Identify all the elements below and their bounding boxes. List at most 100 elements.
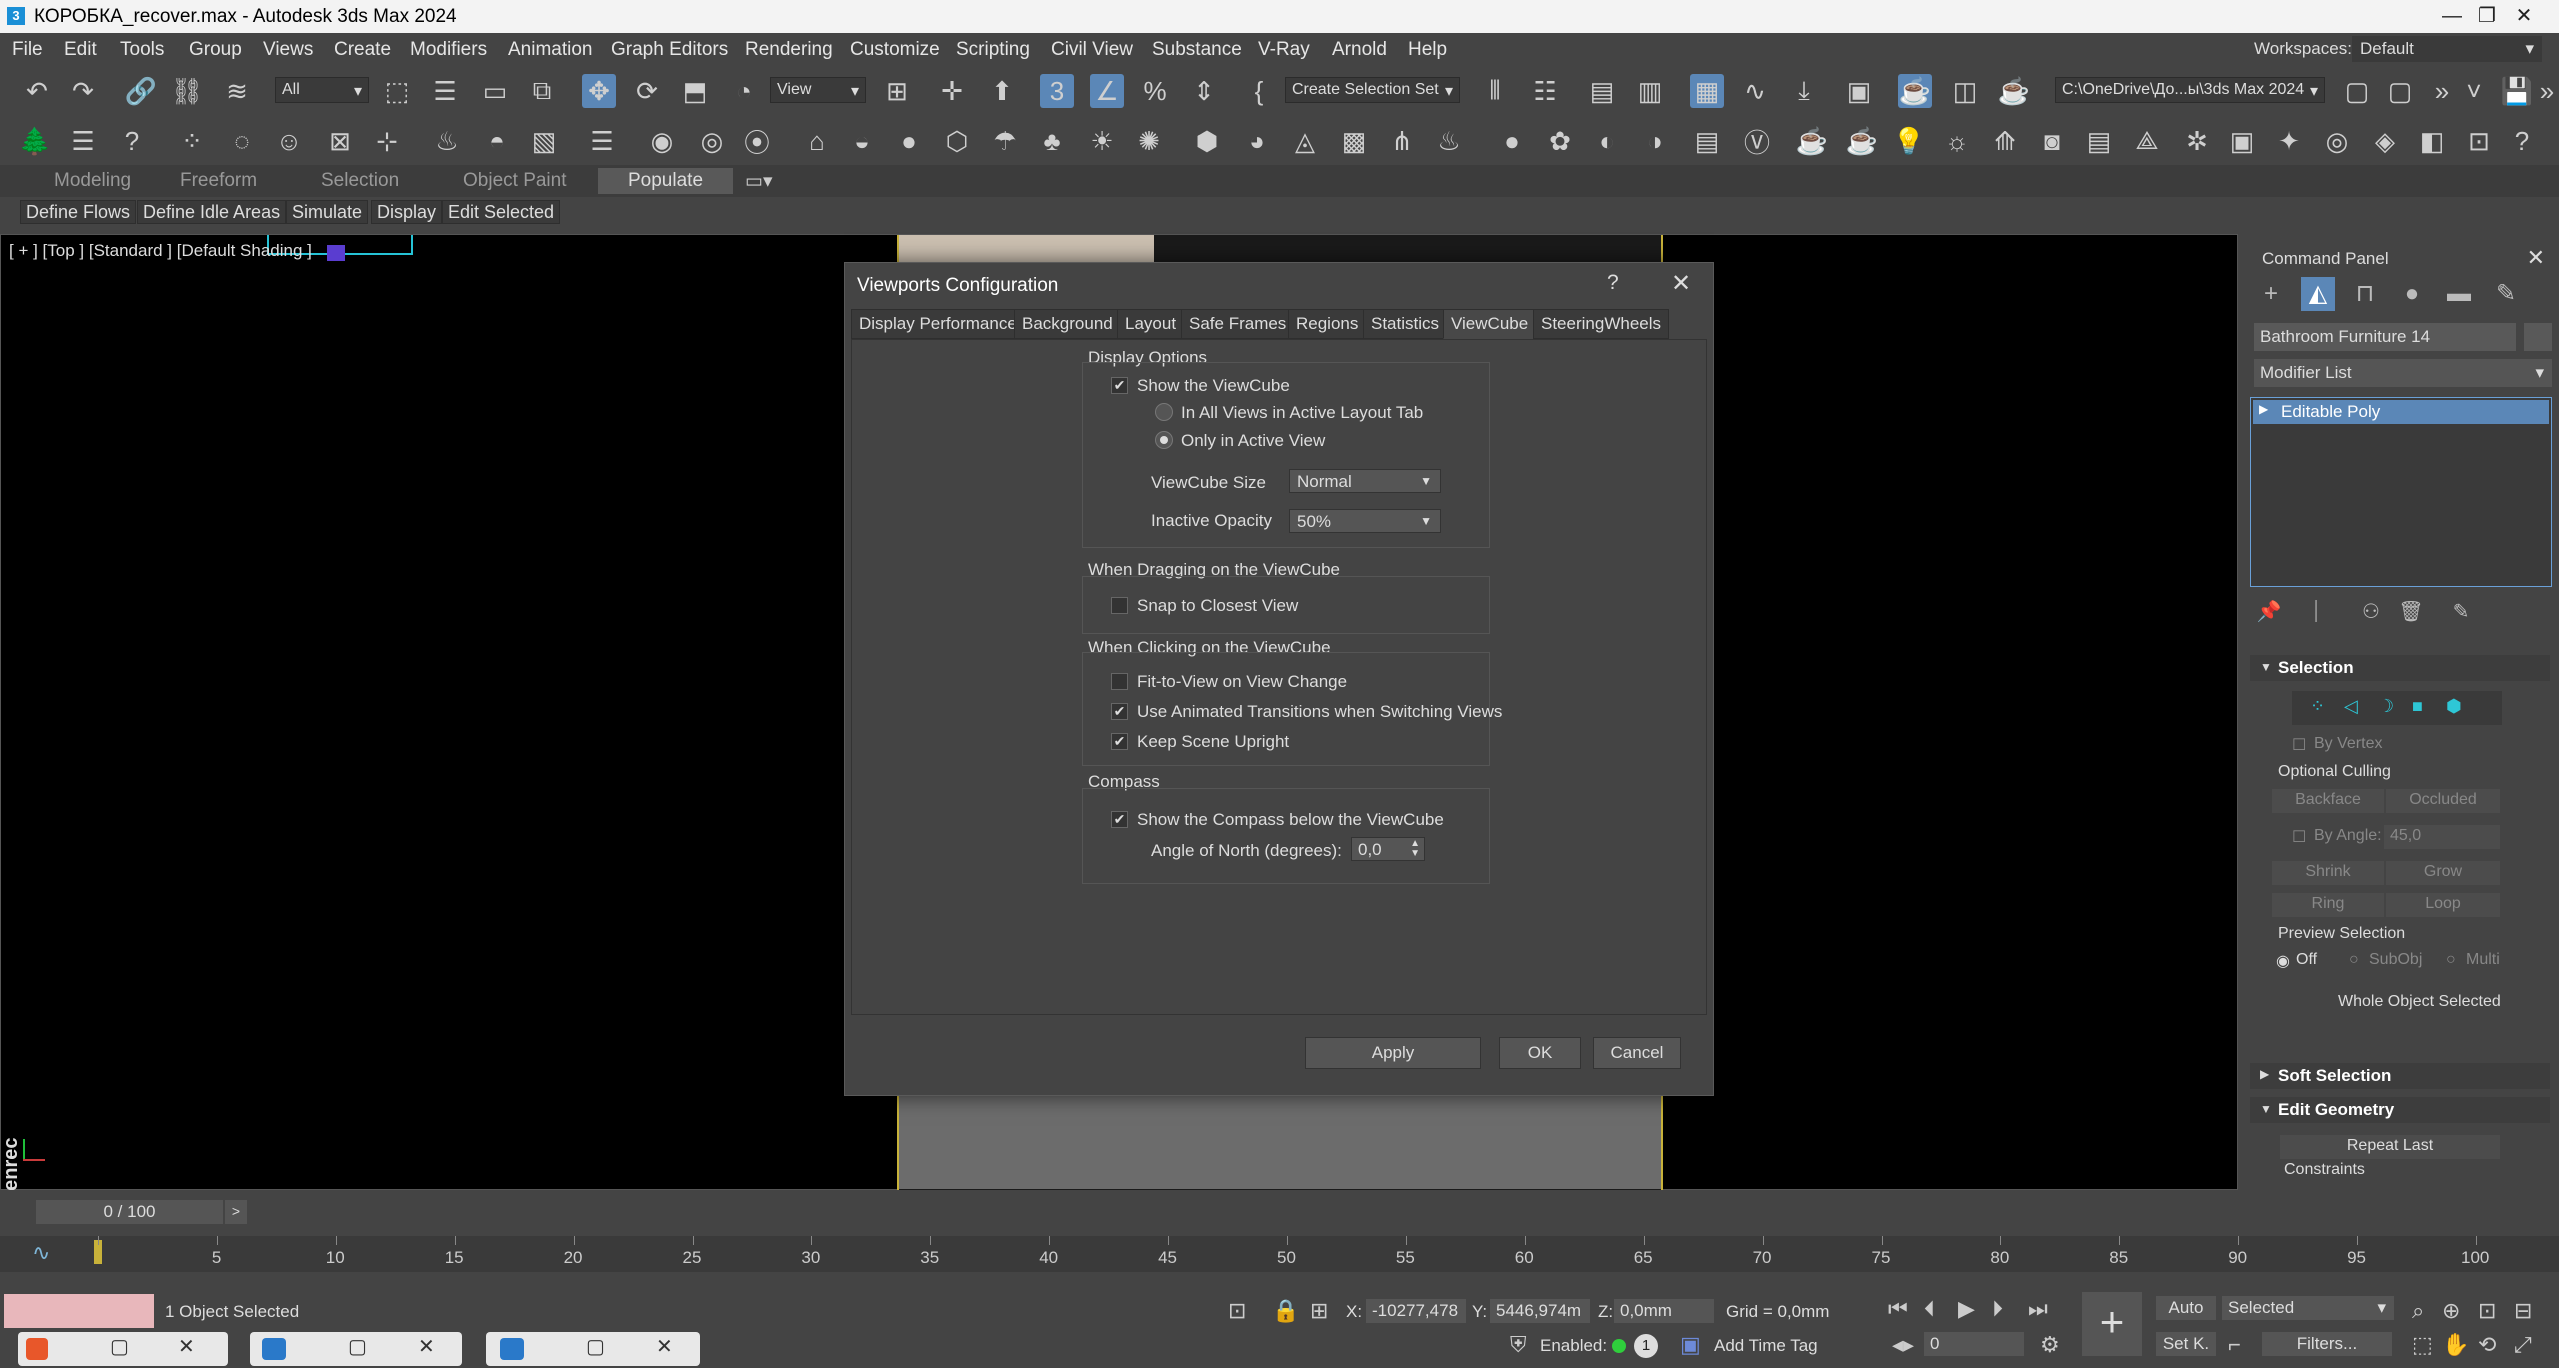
angle-snap-icon[interactable]: ∠: [1090, 74, 1124, 108]
link-icon[interactable]: 🔗: [124, 74, 158, 108]
set-key-big-button[interactable]: +: [2082, 1292, 2142, 1356]
selected-set-dropdown[interactable]: Selected ▾: [2222, 1296, 2394, 1320]
create-tab-icon[interactable]: +: [2254, 277, 2288, 311]
orbit-icon[interactable]: ⟲: [2478, 1332, 2496, 1358]
loop-button[interactable]: Loop: [2386, 893, 2500, 917]
workspaces-dropdown[interactable]: Default ▾: [2352, 36, 2542, 62]
curve-editor-icon[interactable]: ∿: [1738, 74, 1772, 108]
named-selection-dropdown[interactable]: Create Selection Set ▾: [1285, 77, 1460, 103]
circle-gizmo-icon[interactable]: ◌: [225, 124, 259, 158]
list-icon[interactable]: ☰: [66, 124, 100, 158]
render-region-icon[interactable]: ⊡: [2462, 124, 2496, 158]
ribbon-tab-populate[interactable]: Populate: [598, 168, 734, 194]
select-manipulate-icon[interactable]: ✛: [935, 74, 969, 108]
goto-start-icon[interactable]: ⏮: [1888, 1296, 1908, 1322]
backface-button[interactable]: Backface: [2272, 789, 2384, 813]
modify-tab-icon[interactable]: ◭: [2301, 277, 2335, 311]
arnold-help-icon[interactable]: ?: [2505, 124, 2539, 158]
bulb-icon[interactable]: 💡: [1892, 124, 1926, 158]
hierarchy-tab-icon[interactable]: ⊓: [2348, 277, 2382, 311]
scale-icon[interactable]: ⬒: [678, 74, 712, 108]
isolate-icon[interactable]: ⊡: [1228, 1298, 1246, 1324]
simulate-button[interactable]: Simulate: [286, 200, 369, 224]
help-icon[interactable]: ?: [115, 124, 149, 158]
menu-arnold[interactable]: Arnold: [1332, 39, 1387, 61]
repeat-last-button[interactable]: Repeat Last: [2280, 1135, 2500, 1159]
field-of-view-icon[interactable]: ⬚: [2412, 1332, 2433, 1358]
arnold-light-icon[interactable]: ⟁: [2130, 124, 2164, 158]
remove-modifier-icon[interactable]: 🗑: [2394, 595, 2428, 629]
ball-icon[interactable]: ◕: [1240, 124, 1274, 158]
mesh-icon[interactable]: ◎: [2320, 124, 2354, 158]
snap-closest-view-checkbox[interactable]: [1111, 597, 1128, 614]
current-frame-field[interactable]: 0: [1924, 1332, 2024, 1356]
toolbar-overflow-icon[interactable]: »: [2530, 74, 2559, 108]
close-icon[interactable]: ✕: [178, 1334, 195, 1359]
menu-animation[interactable]: Animation: [508, 39, 593, 61]
make-unique-icon[interactable]: ⚇: [2354, 595, 2388, 629]
next-frame-icon[interactable]: ⏵: [1992, 1296, 2003, 1322]
window-crossing-icon[interactable]: ⧉: [525, 74, 559, 108]
define-flows-button[interactable]: Define Flows: [20, 200, 137, 224]
occluded-button[interactable]: Occluded: [2386, 789, 2500, 813]
display-button[interactable]: Display: [371, 200, 443, 224]
arnold-render-icon[interactable]: ▣: [2225, 124, 2259, 158]
absolute-mode-icon[interactable]: ⊞: [1310, 1298, 1328, 1324]
border-level-icon[interactable]: ☽: [2378, 696, 2394, 717]
play-icon[interactable]: ▶: [1958, 1296, 1975, 1322]
configure-modifier-sets-icon[interactable]: ✎: [2444, 595, 2478, 629]
modifier-list-dropdown[interactable]: Modifier List ▾: [2254, 359, 2552, 387]
edge-level-icon[interactable]: ◁: [2344, 696, 2358, 717]
unlink-icon[interactable]: ⛓: [170, 74, 204, 108]
menu-create[interactable]: Create: [334, 39, 391, 61]
fur-icon[interactable]: ⋔: [1385, 124, 1419, 158]
angle-north-spinner[interactable]: 0,0 ▲ ▼: [1351, 837, 1425, 861]
taskbar-thumb-2[interactable]: ▢ ✕: [250, 1332, 462, 1366]
selection-filter-dropdown[interactable]: All ▾: [275, 77, 369, 103]
ok-button[interactable]: OK: [1499, 1037, 1581, 1069]
object-name-field[interactable]: Bathroom Furniture 14: [2254, 323, 2516, 351]
reference-coordinate-dropdown[interactable]: View ▾: [770, 77, 866, 103]
light-icon[interactable]: ◎: [695, 124, 729, 158]
rendered-frame-window-icon[interactable]: ◫: [1948, 74, 1982, 108]
plane-icon[interactable]: ◬: [1288, 124, 1322, 158]
toggle-ribbon-icon[interactable]: ▦: [1690, 74, 1724, 108]
zoom-icon[interactable]: ⌕: [2412, 1298, 2424, 1324]
prev-frame-icon[interactable]: ⏴: [1924, 1296, 1935, 1322]
auto-key-button[interactable]: Auto: [2156, 1296, 2216, 1320]
element-level-icon[interactable]: ⬢: [2446, 696, 2462, 717]
next-frame-button[interactable]: >: [225, 1200, 247, 1224]
dialog-close-button[interactable]: ✕: [1671, 269, 1691, 298]
percent-snap-icon[interactable]: %: [1138, 74, 1172, 108]
project-path-dropdown[interactable]: C:\OneDrive\До...ы\3ds Max 2024 ▾: [2055, 77, 2325, 103]
show-compass-checkbox[interactable]: ✔: [1111, 811, 1128, 828]
toggle-scene-explorer-icon[interactable]: ▤: [1585, 74, 1619, 108]
ribbon-tab-modeling[interactable]: Modeling: [54, 170, 131, 192]
spinner-arrows-icon[interactable]: ▲ ▼: [1410, 839, 1420, 859]
nodes-icon[interactable]: ⊹: [370, 124, 404, 158]
viewcube-size-dropdown[interactable]: Normal ▼: [1289, 469, 1441, 493]
tab-display-performance[interactable]: Display Performance: [851, 309, 1025, 339]
key-mode-icon[interactable]: ◂▸: [1892, 1332, 1914, 1358]
by-angle-checkbox[interactable]: ☐: [2292, 827, 2306, 847]
half-sphere-icon[interactable]: ◒: [845, 124, 879, 158]
render-vray-icon[interactable]: ☕: [1795, 124, 1829, 158]
undo-icon[interactable]: ↶: [20, 74, 54, 108]
restore-icon[interactable]: ▢: [586, 1334, 605, 1359]
viewport-label[interactable]: [ + ] [Top ] [Standard ] [Default Shadin…: [9, 241, 312, 261]
render-camera-icon[interactable]: ⦿: [740, 124, 774, 158]
keyboard-shortcut-override-icon[interactable]: ⬆: [985, 74, 1019, 108]
render-production-icon[interactable]: ☕: [1997, 74, 2031, 108]
cancel-button[interactable]: Cancel: [1593, 1037, 1681, 1069]
close-icon[interactable]: ✕: [418, 1334, 435, 1359]
grow-button[interactable]: Grow: [2386, 861, 2500, 885]
gear-icon[interactable]: ✲: [2180, 124, 2214, 158]
pivot-center-icon[interactable]: ⊞: [880, 74, 914, 108]
people-icon[interactable]: ☺: [272, 124, 306, 158]
show-viewcube-checkbox[interactable]: ✔: [1111, 377, 1128, 394]
move-icon[interactable]: ✥: [582, 74, 616, 108]
edit-geometry-rollout[interactable]: Edit Geometry: [2250, 1097, 2550, 1123]
fire-icon[interactable]: ♨: [1432, 124, 1466, 158]
ring-button[interactable]: Ring: [2272, 893, 2384, 917]
menu-modifiers[interactable]: Modifiers: [410, 39, 487, 61]
